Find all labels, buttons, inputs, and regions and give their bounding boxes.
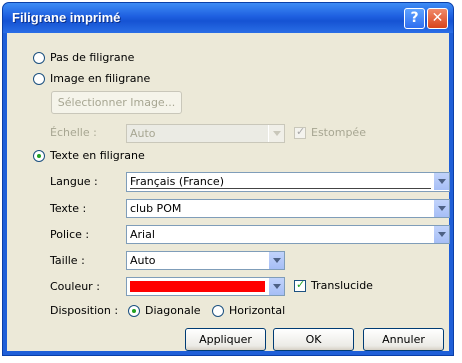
close-icon[interactable]: ✕: [427, 8, 448, 29]
apply-button[interactable]: Appliquer: [185, 328, 266, 351]
layout-diagonal-label[interactable]: Diagonale: [145, 304, 201, 317]
help-icon[interactable]: ?: [404, 8, 425, 29]
title-bar[interactable]: Filigrane imprimé ? ✕: [3, 3, 453, 33]
chevron-down-icon[interactable]: [268, 278, 284, 295]
color-label: Couleur :: [50, 280, 100, 293]
dialog-title: Filigrane imprimé: [12, 10, 121, 25]
radio-image-watermark[interactable]: [33, 73, 45, 85]
text-value: club POM: [130, 202, 182, 215]
image-watermark-label[interactable]: Image en filigrane: [50, 72, 150, 85]
font-value: Arial: [130, 228, 155, 241]
select-image-button[interactable]: Sélectionner Image...: [51, 91, 182, 114]
washout-label: Estompée: [311, 126, 366, 139]
size-select[interactable]: Auto: [126, 251, 285, 270]
text-label: Texte :: [50, 202, 87, 215]
watermark-dialog: Filigrane imprimé ? ✕ Pas de filigrane I…: [2, 2, 454, 356]
text-input[interactable]: club POM: [126, 199, 450, 218]
color-select[interactable]: [126, 277, 285, 296]
chevron-down-icon[interactable]: [433, 200, 449, 217]
radio-no-watermark[interactable]: [33, 52, 45, 64]
size-value: Auto: [130, 254, 156, 267]
ok-button[interactable]: OK: [273, 328, 354, 351]
scale-label: Échelle :: [50, 126, 97, 139]
layout-horizontal-label[interactable]: Horizontal: [229, 304, 285, 317]
language-value: Français (France): [130, 175, 224, 188]
cancel-button[interactable]: Annuler: [363, 328, 444, 351]
language-separator: [130, 188, 431, 189]
dialog-body: Pas de filigrane Image en filigrane Séle…: [7, 33, 450, 351]
layout-label: Disposition :: [50, 304, 119, 317]
size-label: Taille :: [50, 254, 85, 267]
chevron-down-icon[interactable]: [433, 226, 449, 243]
scale-select[interactable]: Auto: [126, 124, 285, 143]
radio-layout-diagonal[interactable]: [128, 305, 140, 317]
chevron-down-icon[interactable]: [268, 252, 284, 269]
radio-text-watermark[interactable]: [33, 150, 45, 162]
font-label: Police :: [50, 228, 90, 241]
chevron-down-icon[interactable]: [433, 173, 449, 190]
chevron-down-icon[interactable]: [268, 125, 284, 142]
scale-value: Auto: [130, 127, 156, 140]
translucent-label[interactable]: Translucide: [311, 279, 373, 292]
washout-checkbox[interactable]: [294, 125, 306, 139]
language-label: Langue :: [50, 175, 98, 188]
translucent-checkbox[interactable]: [294, 278, 306, 292]
color-swatch: [130, 281, 265, 292]
text-watermark-label[interactable]: Texte en filigrane: [50, 149, 145, 162]
radio-layout-horizontal[interactable]: [212, 305, 224, 317]
language-select[interactable]: Français (France): [126, 172, 450, 192]
font-select[interactable]: Arial: [126, 225, 450, 244]
no-watermark-label[interactable]: Pas de filigrane: [50, 51, 134, 64]
